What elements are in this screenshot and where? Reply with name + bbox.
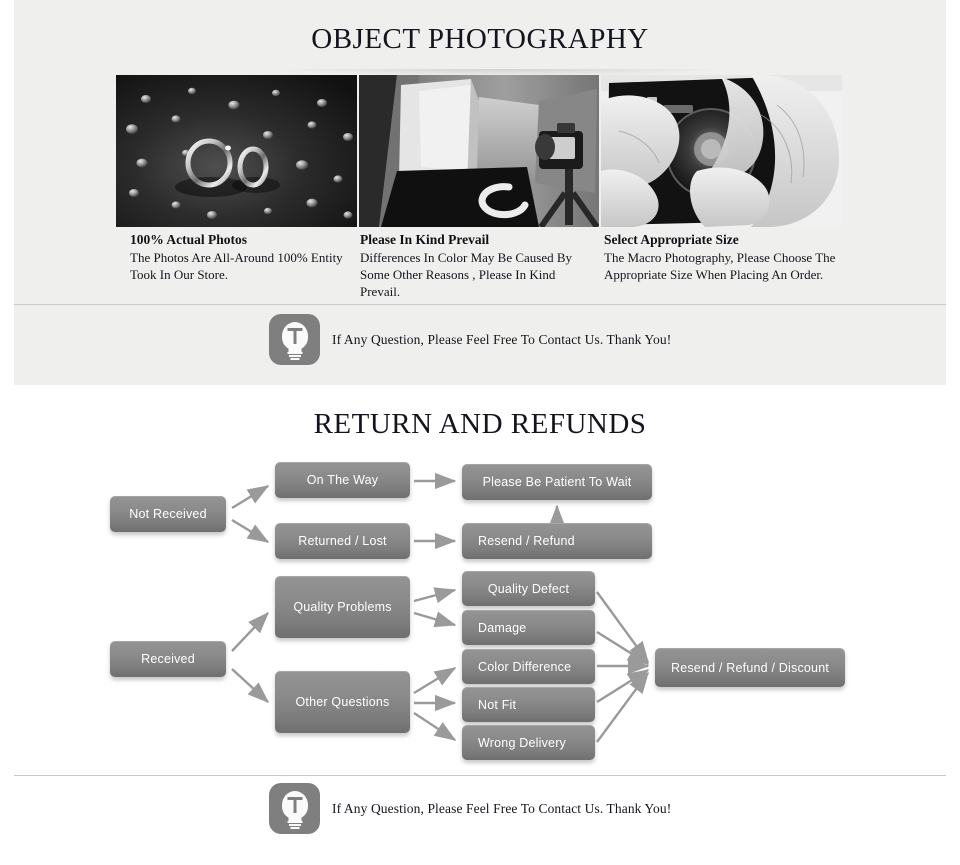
flow-node-label: Wrong Delivery	[478, 735, 567, 750]
photo-studio-light-tent-with-camera	[358, 75, 600, 227]
contact-banner-top: If Any Question, Please Feel Free To Con…	[269, 314, 671, 365]
section-divider-top	[14, 304, 946, 305]
caption-kind-prevail: Please In Kind Prevail Differences In Co…	[360, 231, 602, 301]
page-root: OBJECT PHOTOGRAPHY 100% Actual Photos Th…	[0, 0, 960, 865]
lightbulb-icon	[269, 314, 320, 365]
contact-banner-text: If Any Question, Please Feel Free To Con…	[332, 331, 672, 347]
photo-hands-holding-camera	[601, 75, 843, 227]
contact-banner-text: If Any Question, Please Feel Free To Con…	[332, 800, 672, 816]
photo-rings-on-dark-cloth-with-gems	[116, 75, 357, 227]
flow-node-label: Damage	[478, 620, 527, 635]
flow-node-resend-refund: Resend / Refund	[462, 523, 652, 559]
flow-node-label: Resend / Refund / Discount	[670, 660, 830, 675]
flow-node-label: Quality Problems	[293, 600, 392, 614]
caption-actual-photos: 100% Actual Photos The Photos Are All-Ar…	[116, 231, 358, 301]
flow-node-resend-refund-discount: Resend / Refund / Discount	[655, 648, 845, 687]
flow-node-label: Color Difference	[478, 659, 572, 674]
flow-node-not-received: Not Received	[110, 496, 226, 532]
caption-heading: Please In Kind Prevail	[360, 232, 490, 247]
flow-node-label: Received	[141, 652, 195, 666]
flow-node-label: Quality Defect	[487, 581, 570, 596]
page-title-return-and-refunds: RETURN AND REFUNDS	[313, 408, 647, 440]
flow-node-quality-defect: Quality Defect	[462, 571, 595, 606]
flow-node-on-the-way: On The Way	[275, 462, 410, 498]
contact-banner-bottom: If Any Question, Please Feel Free To Con…	[269, 783, 671, 834]
caption-appropriate-size: Select Appropriate Size The Macro Photog…	[604, 231, 846, 301]
caption-body: The Photos Are All-Around 100% Entity To…	[130, 250, 343, 282]
photo-captions: 100% Actual Photos The Photos Are All-Ar…	[116, 231, 856, 301]
flow-node-label: Not Fit	[478, 697, 517, 712]
flow-node-color-difference: Color Difference	[462, 649, 595, 684]
flow-node-label: Other Questions	[295, 695, 390, 709]
flow-node-label: Not Received	[129, 507, 207, 521]
flow-node-label: Please Be Patient To Wait	[482, 475, 632, 489]
flow-node-not-fit: Not Fit	[462, 687, 595, 722]
flow-node-damage: Damage	[462, 610, 595, 645]
caption-heading: Select Appropriate Size	[604, 232, 739, 247]
flow-node-quality-problems: Quality Problems	[275, 576, 410, 638]
flow-node-label: Returned / Lost	[298, 534, 387, 548]
page-title-object-photography: OBJECT PHOTOGRAPHY	[311, 23, 649, 55]
flow-node-other-questions: Other Questions	[275, 671, 410, 733]
flow-node-label: Resend / Refund	[478, 534, 575, 548]
photo-strip	[116, 75, 843, 227]
flow-node-returned-lost: Returned / Lost	[275, 523, 410, 559]
flow-node-label: On The Way	[306, 473, 379, 487]
caption-body: Differences In Color May Be Caused By So…	[360, 250, 573, 299]
caption-heading: 100% Actual Photos	[130, 232, 248, 247]
lightbulb-icon	[269, 783, 320, 834]
flow-node-received: Received	[110, 641, 226, 677]
caption-body: The Macro Photography, Please Choose The…	[604, 250, 836, 282]
flow-node-wrong-delivery: Wrong Delivery	[462, 725, 595, 760]
flow-node-be-patient: Please Be Patient To Wait	[462, 464, 652, 500]
section-divider-bottom	[14, 775, 946, 776]
